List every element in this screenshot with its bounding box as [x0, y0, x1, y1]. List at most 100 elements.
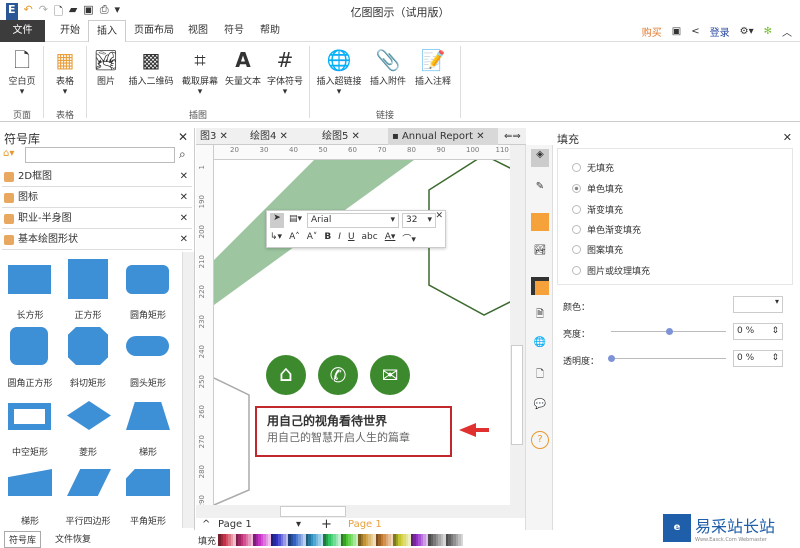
library-category[interactable]: 职业-半身图 ✕: [2, 209, 192, 229]
qr-code-button[interactable]: ▩ 插入二维码: [124, 46, 178, 87]
scroll-thumb[interactable]: [280, 506, 346, 517]
page-tab-active[interactable]: Page 1: [348, 519, 382, 530]
font-symbol-button[interactable]: # 字体符号 ▾: [264, 46, 306, 97]
shape-diamond[interactable]: [67, 401, 111, 430]
tab-scroll-arrows-icon[interactable]: ⇐⇒: [500, 128, 525, 145]
shape-square[interactable]: [68, 259, 108, 299]
screenshot-button[interactable]: ⌗ 截取屏幕 ▾: [178, 46, 222, 97]
comment-icon[interactable]: 💬: [531, 399, 549, 417]
note-button[interactable]: 📝 插入注释: [410, 46, 456, 87]
font-size-select[interactable]: 32 ▾: [402, 213, 436, 228]
shape-parallelogram[interactable]: [67, 469, 111, 496]
hyperlink-button[interactable]: 🌐 插入超链接 ▾: [312, 46, 366, 97]
library-category[interactable]: 基本绘图形状 ✕: [2, 230, 192, 250]
mail-circle-icon[interactable]: ✉: [370, 355, 410, 395]
buy-link[interactable]: 购买: [642, 24, 662, 39]
shape-trapezoid-slant[interactable]: [8, 469, 52, 496]
library-category[interactable]: 2D框图 ✕: [2, 167, 192, 187]
blank-page-button[interactable]: 🗋 空白页 ▾: [4, 46, 40, 97]
font-color-icon[interactable]: A▾: [385, 232, 396, 245]
slider-thumb[interactable]: [608, 355, 615, 362]
hyperlink-globe-icon[interactable]: 🌐: [531, 337, 549, 355]
page-select[interactable]: Page 1: [218, 519, 252, 530]
italic-icon[interactable]: I: [338, 232, 341, 245]
image-icon[interactable]: 🏞: [531, 245, 549, 263]
tab-file[interactable]: 文件: [0, 20, 45, 42]
library-scrollbar[interactable]: [182, 252, 194, 528]
fill-bucket-icon[interactable]: ◈: [531, 149, 549, 167]
dropdown-icon[interactable]: ▾: [296, 519, 301, 530]
layer-icon[interactable]: [531, 277, 549, 295]
share-box-icon[interactable]: ▣: [672, 26, 681, 37]
color-swatch[interactable]: [460, 534, 463, 546]
curve-icon[interactable]: ⌒▾: [402, 232, 416, 245]
slider-thumb[interactable]: [665, 328, 673, 335]
line-style-icon[interactable]: ✎: [531, 181, 549, 199]
scroll-thumb[interactable]: [511, 345, 523, 445]
shape-rounded-square[interactable]: [10, 327, 48, 365]
radio-solid-fill[interactable]: 单色填充: [572, 182, 623, 195]
shape-rectangle[interactable]: [8, 265, 51, 294]
search-icon[interactable]: ⌕: [179, 147, 186, 162]
radio-gradient-fill[interactable]: 渐变填充: [572, 203, 623, 216]
table-button[interactable]: ▦ 表格 ▾: [47, 46, 83, 97]
shape-rounded-end-rectangle[interactable]: [126, 336, 169, 356]
shrink-font-icon[interactable]: A˅: [307, 232, 318, 245]
login-link[interactable]: 登录: [710, 24, 730, 39]
select-pointer-icon[interactable]: ➤: [270, 213, 284, 228]
close-icon[interactable]: ✕: [783, 131, 792, 144]
vertical-scrollbar[interactable]: [510, 145, 525, 505]
radio-picture-fill[interactable]: 图片或纹理填充: [572, 264, 650, 277]
shape-bevel-rectangle[interactable]: [68, 327, 108, 365]
text-box[interactable]: 用自己的视角看待世界 用自己的智慧开启人生的篇章: [255, 406, 452, 457]
collapse-icon[interactable]: ^: [202, 519, 210, 530]
radio-pattern-fill[interactable]: 图案填充: [572, 243, 623, 256]
library-search-input[interactable]: [25, 147, 175, 163]
close-icon[interactable]: ✕: [180, 209, 188, 229]
image-button[interactable]: 🏞 图片: [90, 46, 122, 87]
drawing-canvas[interactable]: ⌂ ✆ ✉ 用自己的视角看待世界 用自己的智慧开启人生的篇章 ➤ ▤▾ Aria…: [214, 160, 510, 505]
library-category[interactable]: 图标 ✕: [2, 188, 192, 208]
doc-tab[interactable]: 绘图4 ✕: [246, 128, 292, 145]
gear-icon[interactable]: ⚙▾: [740, 26, 754, 37]
vector-text-button[interactable]: A 矢量文本: [222, 46, 264, 87]
tab-home[interactable]: 开始: [52, 20, 88, 42]
tab-page-layout[interactable]: 页面布局: [126, 20, 182, 42]
close-icon[interactable]: ✕: [180, 167, 188, 187]
doc-tab-active[interactable]: ▪ Annual Report ✕: [388, 128, 498, 145]
help-icon[interactable]: ?: [531, 431, 549, 449]
tab-file-recovery[interactable]: 文件恢复: [55, 532, 91, 545]
font-family-select[interactable]: Arial ▾: [307, 213, 399, 228]
shape-cut-corner-rectangle[interactable]: [126, 469, 170, 496]
shape-rounded-rectangle[interactable]: [126, 265, 169, 294]
home-circle-icon[interactable]: ⌂: [266, 355, 306, 395]
attachment-button[interactable]: 📎 插入附件: [366, 46, 410, 87]
page-list-icon[interactable]: 🗎: [531, 307, 549, 325]
radio-no-fill[interactable]: 无填充: [572, 161, 614, 174]
collapse-ribbon-icon[interactable]: ︿: [782, 24, 792, 39]
close-icon[interactable]: ✕: [178, 130, 188, 144]
radio-mono-gradient-fill[interactable]: 单色渐变填充: [572, 223, 641, 236]
tab-symbol-library[interactable]: 符号库: [4, 531, 42, 548]
close-icon[interactable]: ✕: [435, 211, 443, 221]
transparency-slider[interactable]: [608, 355, 726, 362]
tab-help[interactable]: 帮助: [252, 20, 288, 42]
theme-icon[interactable]: ✻: [764, 26, 772, 37]
strikethrough-icon[interactable]: abc: [362, 232, 378, 245]
doc-tab[interactable]: 绘图5 ✕: [318, 128, 364, 145]
brightness-input[interactable]: 0 % ⇕: [733, 323, 783, 340]
align-dropdown-icon[interactable]: ▤▾: [289, 214, 302, 224]
tab-insert[interactable]: 插入: [88, 20, 126, 43]
phone-circle-icon[interactable]: ✆: [318, 355, 358, 395]
shape-hollow-rectangle[interactable]: [8, 403, 51, 430]
underline-icon[interactable]: U: [348, 232, 355, 245]
close-icon[interactable]: ✕: [180, 188, 188, 208]
grow-font-icon[interactable]: A˄: [289, 232, 300, 245]
shadow-color-icon[interactable]: [531, 213, 549, 231]
transparency-input[interactable]: 0 % ⇕: [733, 350, 783, 367]
home-icon[interactable]: ⌂▾: [3, 148, 14, 159]
tab-symbols[interactable]: 符号: [216, 20, 252, 42]
color-picker[interactable]: ▾: [733, 296, 783, 313]
shape-trapezoid[interactable]: [126, 402, 170, 430]
share-icon[interactable]: <: [691, 26, 699, 37]
